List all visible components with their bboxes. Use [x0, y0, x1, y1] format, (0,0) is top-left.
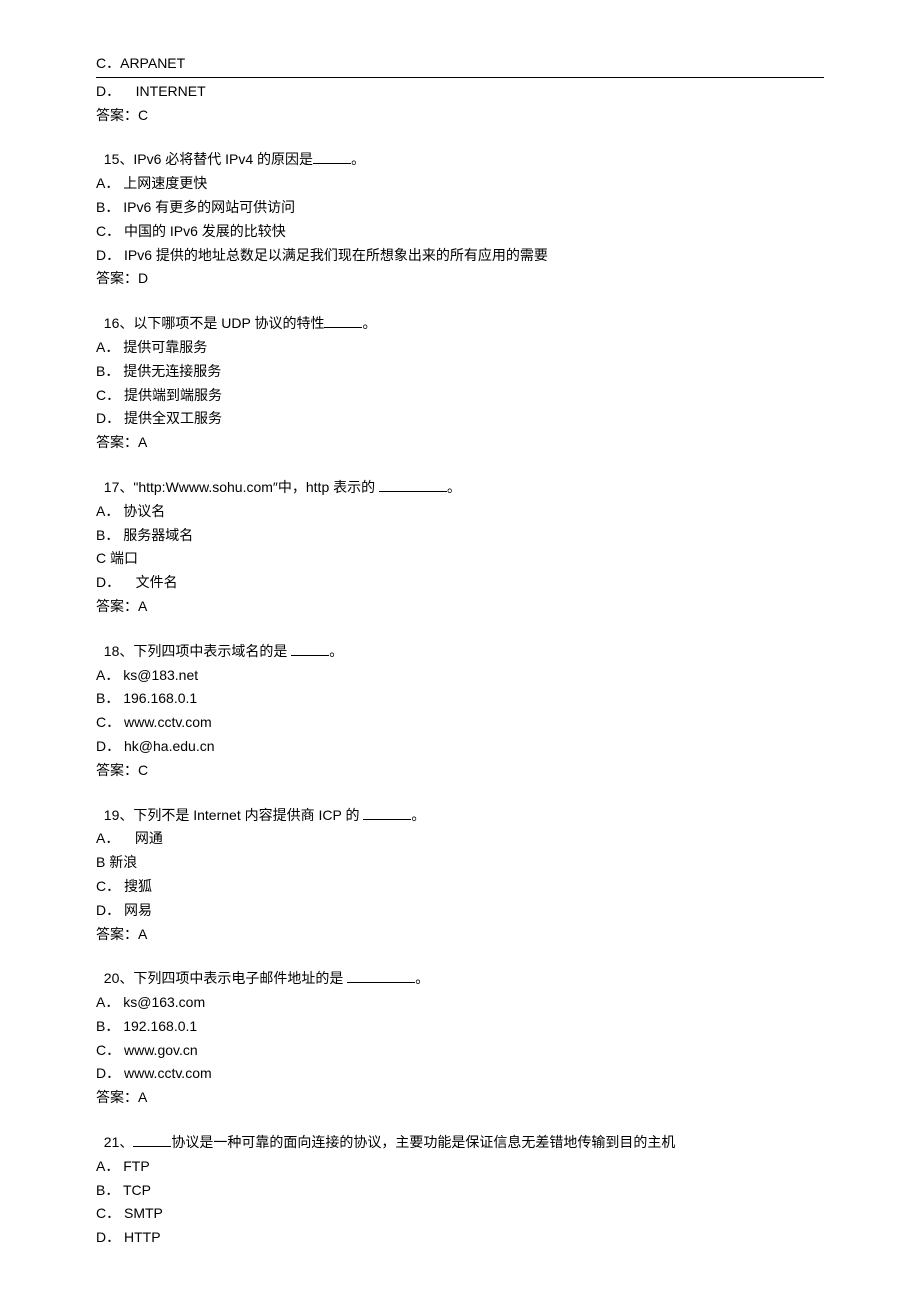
q18-stem: 18、下列四项中表示域名的是 。 [96, 620, 824, 662]
q15-option-c: C． 中国的 IPv6 发展的比较快 [96, 221, 824, 242]
q20-option-d: D． www.cctv.com [96, 1063, 824, 1084]
blank-icon [133, 1133, 171, 1147]
q17-answer: 答案：A [96, 596, 824, 617]
q19-stem-text-b: 。 [411, 807, 425, 823]
q15-stem-text-b: 。 [351, 151, 365, 167]
q16-option-c: C． 提供端到端服务 [96, 385, 824, 406]
q21-option-d: D． HTTP [96, 1227, 824, 1248]
q16-option-d: D． 提供全双工服务 [96, 408, 824, 429]
blank-icon [363, 805, 411, 819]
q18-stem-text-a: 18、下列四项中表示域名的是 [104, 643, 291, 659]
q19-option-c: C． 搜狐 [96, 876, 824, 897]
q15-option-b: B． IPv6 有更多的网站可供访问 [96, 197, 824, 218]
q18-option-a: A． ks@183.net [96, 665, 824, 686]
q20-stem-text-b: 。 [415, 970, 429, 986]
q20-stem: 20、下列四项中表示电子邮件地址的是 。 [96, 947, 824, 989]
q17-option-c: C 端口 [96, 548, 824, 569]
blank-icon [347, 969, 415, 983]
q18-option-d: D． hk@ha.edu.cn [96, 736, 824, 757]
q15-option-d: D． IPv6 提供的地址总数足以满足我们现在所想象出来的所有应用的需要 [96, 245, 824, 266]
q20-option-a: A． ks@163.com [96, 992, 824, 1013]
q18-option-b: B． 196.168.0.1 [96, 688, 824, 709]
blank-icon [324, 314, 362, 328]
q21-option-c: C． SMTP [96, 1203, 824, 1224]
blank-icon [291, 641, 329, 655]
q19-option-a: A． 网通 [96, 828, 824, 849]
horizontal-rule [96, 77, 824, 78]
q15-stem-text-a: 15、IPv6 必将替代 IPv4 的原因是 [104, 151, 313, 167]
q15-option-a: A． 上网速度更快 [96, 173, 824, 194]
q19-stem: 19、下列不是 Internet 内容提供商 ICP 的 。 [96, 784, 824, 826]
q18-option-c: C． www.cctv.com [96, 712, 824, 733]
blank-icon [313, 150, 351, 164]
q19-answer: 答案：A [96, 924, 824, 945]
q17-stem-text-a: 17、"http:Wwww.sohu.com″中，http 表示的 [104, 479, 379, 495]
pre-option-c: C．ARPANET [96, 53, 824, 74]
q19-option-d: D． 网易 [96, 900, 824, 921]
q17-option-b: B． 服务器域名 [96, 525, 824, 546]
q17-stem: 17、"http:Wwww.sohu.com″中，http 表示的 。 [96, 456, 824, 498]
q15-stem: 15、IPv6 必将替代 IPv4 的原因是 。 [96, 128, 824, 170]
q19-option-b: B 新浪 [96, 852, 824, 873]
q21-option-b: B． TCP [96, 1180, 824, 1201]
q17-option-d: D． 文件名 [96, 572, 824, 593]
q16-answer: 答案：A [96, 432, 824, 453]
q20-answer: 答案：A [96, 1087, 824, 1108]
pre-option-d: D． INTERNET [96, 81, 824, 102]
blank-icon [379, 478, 447, 492]
q18-answer: 答案：C [96, 760, 824, 781]
q15-answer: 答案：D [96, 268, 824, 289]
q16-stem-text-b: 。 [362, 315, 376, 331]
q16-option-b: B． 提供无连接服务 [96, 361, 824, 382]
pre-answer: 答案：C [96, 105, 824, 126]
q16-stem: 16、以下哪项不是 UDP 协议的特性 。 [96, 292, 824, 334]
q19-stem-text-a: 19、下列不是 Internet 内容提供商 ICP 的 [104, 807, 364, 823]
q21-option-a: A． FTP [96, 1156, 824, 1177]
q17-stem-text-b: 。 [447, 479, 461, 495]
q20-stem-text-a: 20、下列四项中表示电子邮件地址的是 [104, 970, 347, 986]
q20-option-c: C． www.gov.cn [96, 1040, 824, 1061]
q21-stem: 21、 协议是一种可靠的面向连接的协议，主要功能是保证信息无差错地传输到目的主机 [96, 1111, 824, 1153]
q16-stem-text-a: 16、以下哪项不是 UDP 协议的特性 [104, 315, 325, 331]
q21-stem-text-a: 21、 [104, 1134, 134, 1150]
q21-stem-text-b: 协议是一种可靠的面向连接的协议，主要功能是保证信息无差错地传输到目的主机 [171, 1134, 675, 1150]
q20-option-b: B． 192.168.0.1 [96, 1016, 824, 1037]
q16-option-a: A． 提供可靠服务 [96, 337, 824, 358]
q18-stem-text-b: 。 [329, 643, 343, 659]
q17-option-a: A． 协议名 [96, 501, 824, 522]
